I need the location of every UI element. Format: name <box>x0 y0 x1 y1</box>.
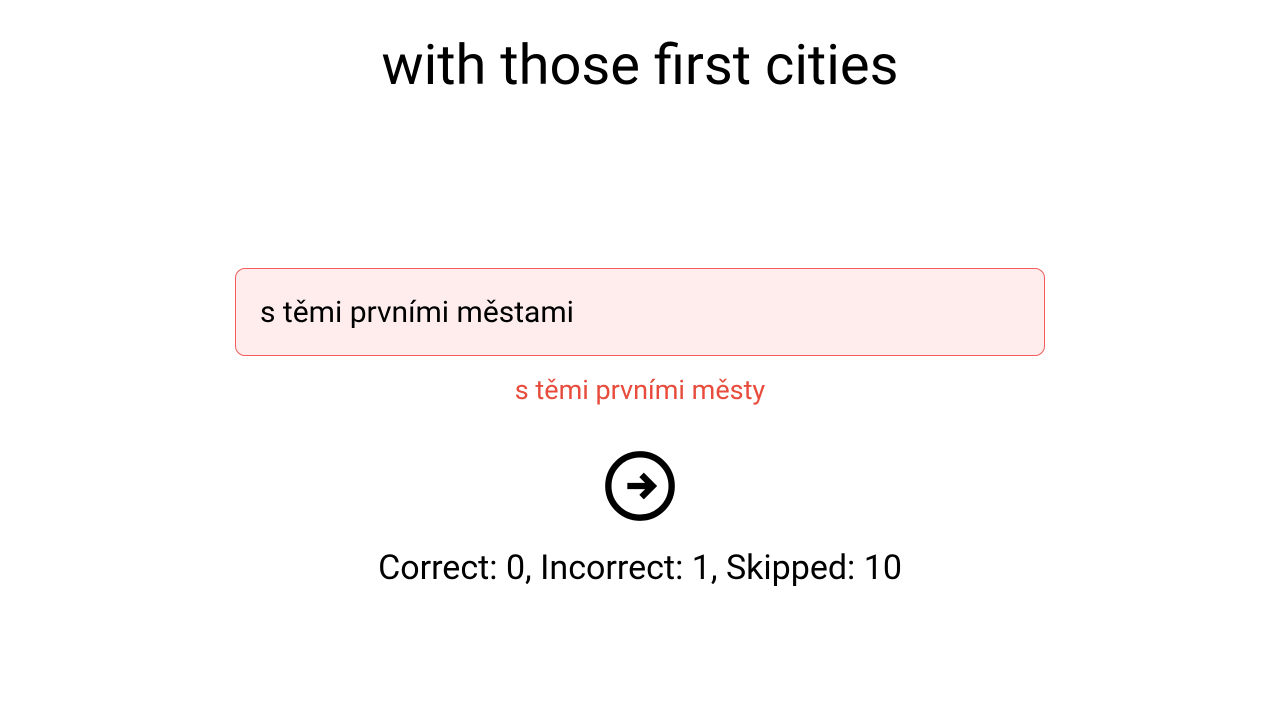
answer-input-container <box>235 268 1045 356</box>
answer-input[interactable] <box>235 268 1045 356</box>
correction-text: s těmi prvními městy <box>515 374 765 406</box>
stats-incorrect-value: 1 <box>692 548 711 588</box>
stats-skipped-value: 10 <box>864 548 902 588</box>
stats-text: Correct: 0, Incorrect: 1, Skipped: 10 <box>378 548 902 588</box>
stats-correct-value: 0 <box>506 548 525 588</box>
stats-skipped-label: Skipped <box>726 548 847 588</box>
quiz-prompt: with those first cities <box>382 32 899 98</box>
stats-correct-label: Correct <box>378 548 489 588</box>
next-button[interactable] <box>602 448 678 524</box>
stats-incorrect-label: Incorrect <box>540 548 675 588</box>
arrow-right-circle-icon <box>602 448 678 524</box>
